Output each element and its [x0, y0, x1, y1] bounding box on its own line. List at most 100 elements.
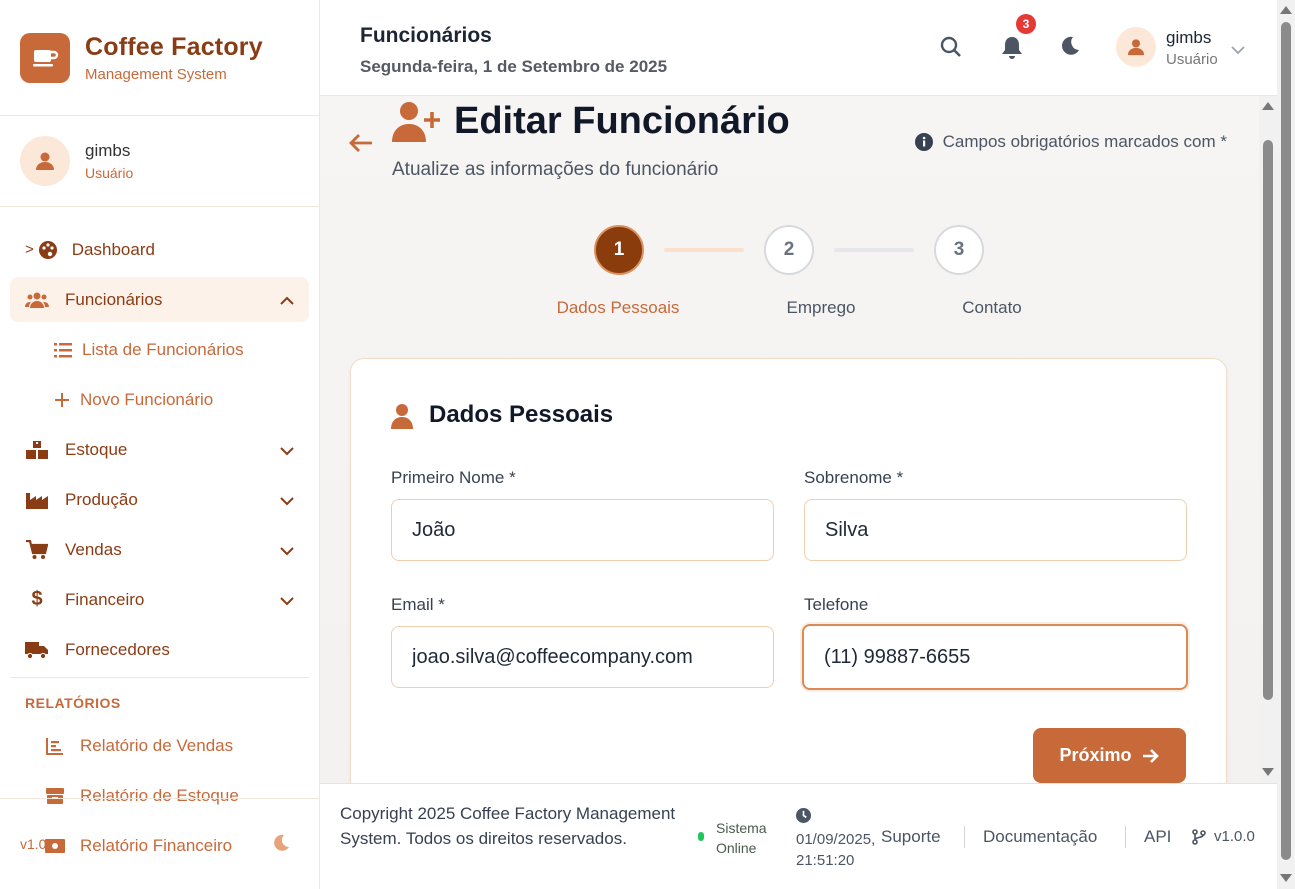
palette-icon: [38, 240, 58, 260]
app-root: Coffee Factory Management System gimbs U…: [0, 0, 1295, 889]
notification-badge: 3: [1016, 14, 1036, 34]
first-name-field[interactable]: [391, 499, 774, 561]
next-button[interactable]: Próximo: [1033, 728, 1186, 783]
api-link[interactable]: API: [1144, 827, 1171, 847]
boxes-icon: [25, 440, 49, 459]
sidebar-item-label: Financeiro: [65, 589, 145, 609]
sidebar-subitem-lista[interactable]: Lista de Funcionários: [54, 340, 244, 360]
step-connector: [664, 248, 744, 252]
header-user-name[interactable]: gimbs: [1166, 28, 1211, 48]
main-scrollbar[interactable]: [1259, 96, 1277, 783]
sidebar-item-dashboard[interactable]: > Dashboard: [10, 227, 309, 272]
divider: [964, 826, 965, 848]
user-plus-icon: [392, 100, 442, 147]
sidebar-item-funcionarios[interactable]: Funcionários: [10, 277, 309, 322]
footer: Copyright 2025 Coffee Factory Management…: [320, 783, 1277, 889]
dashboard-marker: >: [25, 241, 34, 258]
last-name-label: Sobrenome *: [804, 468, 904, 487]
moon-icon[interactable]: [272, 834, 290, 857]
dollar-icon: $: [31, 588, 43, 610]
chevron-down-icon: [279, 491, 295, 511]
system-status: Sistema Online: [698, 818, 778, 858]
sidebar-user: gimbs Usuário: [20, 136, 133, 186]
phone-field[interactable]: [802, 624, 1188, 690]
info-icon: [914, 133, 933, 151]
divider: [1125, 826, 1126, 848]
first-name-label: Primeiro Nome *: [391, 468, 516, 487]
last-name-field[interactable]: [804, 499, 1187, 561]
documentation-link[interactable]: Documentação: [983, 827, 1097, 847]
user-icon: [391, 403, 413, 434]
sidebar-item-vendas[interactable]: Vendas: [10, 527, 309, 572]
money-icon: [44, 839, 66, 853]
back-arrow-icon[interactable]: [348, 132, 374, 159]
archive-icon: [44, 788, 66, 804]
report-label: Relatório de Estoque: [80, 786, 239, 805]
sidebar-item-label: Funcionários: [65, 289, 163, 309]
scroll-thumb[interactable]: [1263, 140, 1273, 700]
brand-subtitle: Management System: [85, 66, 227, 83]
sidebar-report-vendas[interactable]: Relatório de Vendas: [44, 736, 233, 756]
divider: [0, 206, 319, 207]
footer-version-text: v1.0.0: [1214, 828, 1255, 845]
page-scrollbar[interactable]: [1277, 0, 1295, 889]
scroll-thumb[interactable]: [1281, 22, 1291, 860]
sidebar-item-estoque[interactable]: Estoque: [10, 427, 309, 472]
users-icon: [25, 291, 49, 309]
avatar[interactable]: [1116, 27, 1156, 67]
step-3[interactable]: 3: [934, 225, 984, 275]
brand-title: Coffee Factory: [85, 33, 263, 61]
page-title: Funcionários: [360, 24, 492, 47]
sidebar: Coffee Factory Management System gimbs U…: [0, 0, 320, 889]
search-icon[interactable]: [940, 36, 962, 63]
user-icon: [36, 152, 54, 170]
chevron-down-icon: [279, 441, 295, 461]
divider: [0, 115, 319, 116]
step-connector: [834, 248, 914, 252]
scroll-up-icon[interactable]: [1262, 102, 1274, 110]
chart-icon: [44, 737, 66, 755]
next-button-label: Próximo: [1059, 745, 1132, 765]
required-note: Campos obrigatórios marcados com *: [914, 132, 1227, 152]
sidebar-subitem-novo[interactable]: Novo Funcionário: [54, 390, 213, 410]
bell-icon[interactable]: [1001, 36, 1023, 65]
reports-section-label: RELATÓRIOS: [25, 695, 121, 711]
top-header: Funcionários Segunda-feira, 1 de Setembr…: [320, 0, 1277, 96]
moon-icon[interactable]: [1060, 36, 1080, 61]
divider: [10, 677, 309, 678]
header-user-role: Usuário: [1166, 51, 1218, 68]
brand[interactable]: Coffee Factory Management System: [20, 33, 263, 83]
step-2[interactable]: 2: [764, 225, 814, 275]
avatar: [20, 136, 70, 186]
coffee-cup-icon: [20, 33, 70, 83]
sidebar-item-label: Estoque: [65, 439, 128, 459]
personal-data-card: Dados Pessoais Primeiro Nome * Sobrenome…: [350, 358, 1227, 783]
support-link[interactable]: Suporte: [881, 827, 941, 847]
copyright: Copyright 2025 Coffee Factory Management…: [340, 804, 676, 848]
email-field[interactable]: [391, 626, 774, 688]
chevron-down-icon: [279, 541, 295, 561]
scroll-up-icon[interactable]: [1280, 6, 1292, 14]
status-text: Sistema Online: [716, 820, 767, 856]
sidebar-subitem-label: Lista de Funcionários: [82, 340, 244, 359]
step-1[interactable]: 1: [594, 225, 644, 275]
chevron-down-icon: [279, 591, 295, 611]
email-label: Email *: [391, 595, 445, 614]
sidebar-report-financeiro[interactable]: Relatório Financeiro: [44, 836, 232, 856]
sidebar-item-label: Fornecedores: [65, 639, 170, 659]
sidebar-item-financeiro[interactable]: $ Financeiro: [10, 577, 309, 622]
sidebar-report-estoque[interactable]: Relatório de Estoque: [44, 786, 239, 806]
sidebar-item-producao[interactable]: Produção: [10, 477, 309, 522]
chevron-down-icon[interactable]: [1230, 42, 1246, 60]
report-label: Relatório Financeiro: [80, 836, 233, 855]
sidebar-user-role: Usuário: [85, 165, 134, 181]
sidebar-item-label: Dashboard: [71, 239, 155, 259]
scroll-down-icon[interactable]: [1280, 874, 1292, 882]
industry-icon: [25, 491, 49, 509]
truck-icon: [25, 641, 49, 659]
step-2-label: Emprego: [786, 298, 856, 317]
scroll-down-icon[interactable]: [1262, 768, 1274, 776]
report-label: Relatório de Vendas: [80, 736, 234, 755]
sidebar-item-fornecedores[interactable]: Fornecedores: [10, 627, 309, 672]
plus-icon: [54, 392, 70, 408]
